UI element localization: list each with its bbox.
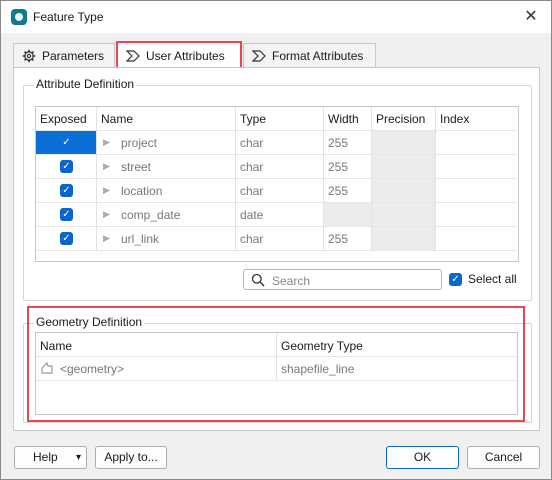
window-title: Feature Type: [33, 10, 104, 24]
row-divider: [36, 226, 518, 227]
exposed-checkbox[interactable]: ✓: [60, 136, 73, 149]
gear-icon: [22, 49, 36, 63]
tab-content-panel: Attribute Definition Exposed Name Type W…: [13, 67, 540, 431]
chevron-down-icon[interactable]: ▾: [76, 447, 81, 468]
exposed-checkbox[interactable]: ✓: [60, 160, 73, 173]
col-divider: [235, 107, 236, 251]
attr-name[interactable]: comp_date: [121, 203, 180, 227]
geometry-type[interactable]: shapefile_line: [281, 357, 354, 381]
expand-arrow-icon[interactable]: ▶: [103, 137, 110, 148]
attr-width[interactable]: 255: [328, 155, 348, 179]
exposed-checkbox[interactable]: ✓: [60, 232, 73, 245]
close-button[interactable]: ✕: [521, 7, 541, 27]
attr-name[interactable]: location: [121, 179, 162, 203]
col-header-index[interactable]: Index: [436, 107, 516, 130]
attribute-table: Exposed Name Type Width Precision Index: [35, 106, 519, 262]
col-header-name[interactable]: Name: [97, 107, 235, 130]
expand-arrow-icon[interactable]: ▶: [103, 209, 110, 220]
col-header-precision[interactable]: Precision: [372, 107, 435, 130]
col-header-geometry-type[interactable]: Geometry Type: [281, 339, 363, 353]
col-header-geometry-name[interactable]: Name: [40, 339, 72, 353]
attr-type[interactable]: char: [240, 227, 263, 251]
attr-type[interactable]: char: [240, 131, 263, 155]
col-divider: [323, 107, 324, 251]
tab-parameters-label: Parameters: [42, 49, 105, 63]
attribute-search-input[interactable]: Search: [243, 269, 442, 290]
user-attributes-icon: [125, 49, 140, 63]
attr-type[interactable]: date: [240, 203, 263, 227]
format-attributes-icon: [251, 49, 266, 63]
geometry-icon: [40, 361, 54, 378]
tab-format-attributes[interactable]: Format Attributes: [243, 43, 376, 68]
title-bar: Feature Type ✕: [1, 1, 551, 33]
tab-parameters[interactable]: Parameters: [13, 43, 115, 68]
select-all-toggle[interactable]: ✓ Select all: [449, 272, 517, 286]
tab-user-attributes-label: User Attributes: [146, 48, 225, 63]
fme-app-icon: [11, 9, 27, 25]
row-divider: [36, 250, 518, 251]
attribute-definition-title: Attribute Definition: [34, 77, 137, 91]
row-divider: [36, 154, 518, 155]
col-header-type[interactable]: Type: [236, 107, 323, 130]
row-divider: [36, 130, 518, 131]
width-disabled-cell: [324, 203, 371, 227]
row-divider: [36, 178, 518, 179]
search-placeholder: Search: [272, 274, 311, 288]
attr-type[interactable]: char: [240, 179, 263, 203]
search-icon: [251, 273, 265, 290]
col-divider: [371, 107, 372, 251]
attr-width[interactable]: 255: [328, 227, 348, 251]
attr-type[interactable]: char: [240, 155, 263, 179]
row-divider: [36, 202, 518, 203]
help-button[interactable]: Help ▾: [14, 446, 87, 469]
expand-arrow-icon[interactable]: ▶: [103, 233, 110, 244]
expand-arrow-icon[interactable]: ▶: [103, 161, 110, 172]
ok-button[interactable]: OK: [386, 446, 459, 469]
tab-format-attributes-label: Format Attributes: [272, 49, 364, 63]
attr-width[interactable]: 255: [328, 131, 348, 155]
select-all-label: Select all: [468, 272, 517, 286]
attr-name[interactable]: url_link: [121, 227, 159, 251]
apply-to-button[interactable]: Apply to...: [95, 446, 167, 469]
col-divider: [435, 107, 436, 251]
tab-user-attributes[interactable]: User Attributes: [117, 42, 241, 68]
exposed-checkbox[interactable]: ✓: [60, 184, 73, 197]
attr-name[interactable]: project: [121, 131, 157, 155]
help-label: Help: [33, 450, 58, 464]
attr-width[interactable]: 255: [328, 179, 348, 203]
geometry-definition-title: Geometry Definition: [34, 315, 145, 329]
expand-arrow-icon[interactable]: ▶: [103, 185, 110, 196]
geometry-table: Name Geometry Type <geometry> shapefile_…: [35, 332, 518, 415]
cancel-button[interactable]: Cancel: [467, 446, 540, 469]
select-all-checkbox[interactable]: ✓: [449, 272, 462, 286]
feature-type-dialog: Feature Type ✕ Parameters User Attribute…: [0, 0, 552, 480]
col-divider: [96, 107, 97, 251]
geometry-name[interactable]: <geometry>: [60, 357, 124, 381]
exposed-checkbox[interactable]: ✓: [60, 208, 73, 221]
attr-name[interactable]: street: [121, 155, 151, 179]
col-header-width[interactable]: Width: [324, 107, 371, 130]
col-header-exposed[interactable]: Exposed: [36, 107, 96, 130]
precision-disabled-cells: [372, 131, 435, 251]
